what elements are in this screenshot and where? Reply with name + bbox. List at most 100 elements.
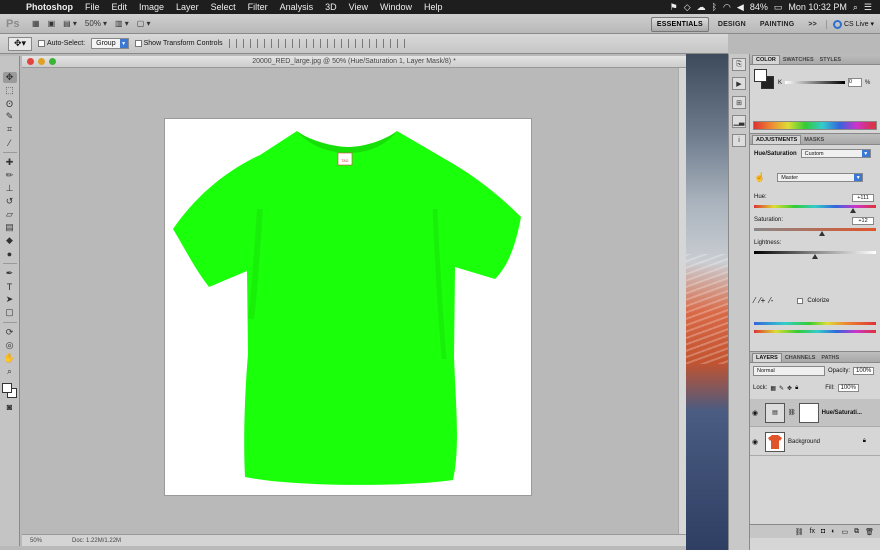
hue-value-field[interactable]: +111 xyxy=(852,194,874,202)
eyedropper-plus-icon[interactable]: ⁄+ xyxy=(759,296,765,305)
align-top-icon[interactable] xyxy=(228,39,237,48)
panel-foreground-color[interactable] xyxy=(754,69,767,82)
tab-paths[interactable]: PATHS xyxy=(818,354,842,362)
tab-masks[interactable]: MASKS xyxy=(801,136,827,144)
distribute-vcenter-icon[interactable] xyxy=(326,39,335,48)
distribute-bottom-icon[interactable] xyxy=(340,39,349,48)
blur-tool-icon[interactable]: ◆ xyxy=(3,235,17,246)
workspace-design[interactable]: DESIGN xyxy=(713,18,751,31)
crop-tool-icon[interactable]: ⌗ xyxy=(3,124,17,135)
bluetooth-icon[interactable]: ᛒ xyxy=(712,2,717,12)
histogram-panel-icon[interactable]: ▁▃ xyxy=(732,115,746,128)
layer-mask-thumbnail[interactable] xyxy=(798,402,819,423)
eraser-tool-icon[interactable]: ▱ xyxy=(3,209,17,220)
hue-slider-thumb[interactable] xyxy=(849,208,856,213)
path-selection-tool-icon[interactable]: ➤ xyxy=(3,294,17,305)
menu-edit[interactable]: Edit xyxy=(106,2,134,12)
volume-icon[interactable]: ◀ xyxy=(737,2,744,13)
info-panel-icon[interactable]: i xyxy=(732,134,746,147)
new-adjustment-layer-icon[interactable]: ◐ xyxy=(831,528,835,535)
workspace-painting[interactable]: PAINTING xyxy=(755,18,800,31)
k-value-field[interactable]: 0 xyxy=(848,78,863,87)
lock-position-icon[interactable]: ✥ xyxy=(787,385,792,392)
brush-tool-icon[interactable]: ✏ xyxy=(3,170,17,181)
distribute-hcenter-icon[interactable] xyxy=(368,39,377,48)
link-chain-icon[interactable]: ⛓ xyxy=(788,409,796,416)
app-menu[interactable]: Photoshop xyxy=(20,2,79,12)
tab-swatches[interactable]: SWATCHES xyxy=(780,56,817,64)
menu-select[interactable]: Select xyxy=(205,2,242,12)
add-mask-icon[interactable]: ◘ xyxy=(821,528,825,535)
show-transform-controls-checkbox[interactable]: Show Transform Controls xyxy=(134,40,223,47)
navigator-panel-icon[interactable]: ⊞ xyxy=(732,96,746,109)
color-ramp[interactable] xyxy=(753,121,877,130)
cs-live-button[interactable]: CS Live ▾ xyxy=(825,19,874,29)
menu-view[interactable]: View xyxy=(343,2,374,12)
layer-name[interactable]: Background xyxy=(788,439,820,445)
distribute-right-icon[interactable] xyxy=(382,39,391,48)
quick-mask-icon[interactable]: ◙ xyxy=(3,401,17,412)
auto-select-checkbox[interactable]: Auto-Select: xyxy=(38,40,85,47)
lasso-tool-icon[interactable]: ʘ xyxy=(3,98,17,109)
view-extras-button[interactable]: ▤ ▾ xyxy=(63,19,77,28)
menu-filter[interactable]: Filter xyxy=(242,2,274,12)
eyedropper-minus-icon[interactable]: ⁄- xyxy=(769,296,773,305)
history-brush-tool-icon[interactable]: ↺ xyxy=(3,196,17,207)
spotlight-icon[interactable]: ⌕ xyxy=(853,2,858,13)
lock-all-icon[interactable]: 🔒︎ xyxy=(795,385,798,392)
menu-3d[interactable]: 3D xyxy=(319,2,343,12)
battery-icon[interactable]: ▭ xyxy=(774,2,783,13)
visibility-eye-icon[interactable]: ◉ xyxy=(752,409,762,417)
gradient-tool-icon[interactable]: ▤ xyxy=(3,222,17,233)
link-layers-icon[interactable]: ⛓ xyxy=(795,528,804,536)
zoom-tool-icon[interactable]: ⌕ xyxy=(3,366,17,377)
vertical-scrollbar[interactable] xyxy=(678,68,686,534)
color-panel-swatches[interactable] xyxy=(754,69,774,89)
clone-stamp-tool-icon[interactable]: ⊥ xyxy=(3,183,17,194)
menu-help[interactable]: Help xyxy=(418,2,449,12)
show-transform-box[interactable] xyxy=(134,40,142,47)
visibility-eye-icon[interactable]: ◉ xyxy=(752,438,762,446)
dodge-tool-icon[interactable]: ● xyxy=(3,248,17,259)
quick-selection-tool-icon[interactable]: ✎ xyxy=(3,111,17,122)
wifi-icon[interactable]: ◠ xyxy=(723,2,731,13)
3d-orbit-tool-icon[interactable]: ◎ xyxy=(3,340,17,351)
move-tool-preset-icon[interactable]: ✥▾ xyxy=(8,36,32,51)
opacity-field[interactable]: 100% xyxy=(853,367,875,375)
menu-layer[interactable]: Layer xyxy=(170,2,205,12)
layer-row[interactable]: ◉ ▤ ⛓ Hue/Saturati... xyxy=(750,399,880,427)
type-tool-icon[interactable]: T xyxy=(3,281,17,292)
menu-analysis[interactable]: Analysis xyxy=(274,2,320,12)
colorize-checkbox[interactable] xyxy=(797,297,804,304)
align-bottom-icon[interactable] xyxy=(256,39,265,48)
saturation-value-field[interactable]: +12 xyxy=(852,217,874,225)
layer-style-icon[interactable]: fx xyxy=(810,528,815,535)
workspace-essentials[interactable]: ESSENTIALS xyxy=(650,16,709,32)
shape-tool-icon[interactable]: ▢ xyxy=(3,307,17,318)
document-canvas[interactable]: TAG xyxy=(165,119,531,495)
actions-panel-icon[interactable]: ▶ xyxy=(732,77,746,90)
lock-pixels-icon[interactable]: ✎ xyxy=(779,385,784,392)
zoom-level-select[interactable]: 50% ▾ xyxy=(85,19,107,28)
targeted-adjustment-icon[interactable]: ☝ xyxy=(754,172,765,183)
saturation-slider-thumb[interactable] xyxy=(819,231,826,236)
history-panel-icon[interactable]: ⎘ xyxy=(732,58,746,71)
lock-transparency-icon[interactable]: ▦ xyxy=(770,385,776,392)
channel-dropdown[interactable]: Master ▼ xyxy=(777,173,864,182)
align-left-icon[interactable] xyxy=(270,39,279,48)
lightness-slider-thumb[interactable] xyxy=(812,254,818,259)
align-vcenter-icon[interactable] xyxy=(242,39,251,48)
eyedropper-icon[interactable]: ⁄ xyxy=(754,296,755,305)
menu-window[interactable]: Window xyxy=(374,2,418,12)
layer-name[interactable]: Hue/Saturati... xyxy=(822,410,862,416)
dropbox-icon[interactable]: ◇ xyxy=(684,2,691,13)
move-tool-icon[interactable]: ✥ xyxy=(2,72,17,83)
notification-center-icon[interactable]: ☰ xyxy=(864,2,872,13)
new-group-icon[interactable]: ▭ xyxy=(841,528,848,536)
eyedropper-tool-icon[interactable]: ⁄ xyxy=(3,137,17,148)
delete-layer-icon[interactable]: 🗑︎ xyxy=(865,528,874,536)
saturation-slider[interactable] xyxy=(754,228,876,236)
launch-mini-bridge-button[interactable]: ▣ xyxy=(48,19,56,28)
status-zoom[interactable]: 50% xyxy=(30,538,42,544)
foreground-color[interactable] xyxy=(1,383,12,393)
